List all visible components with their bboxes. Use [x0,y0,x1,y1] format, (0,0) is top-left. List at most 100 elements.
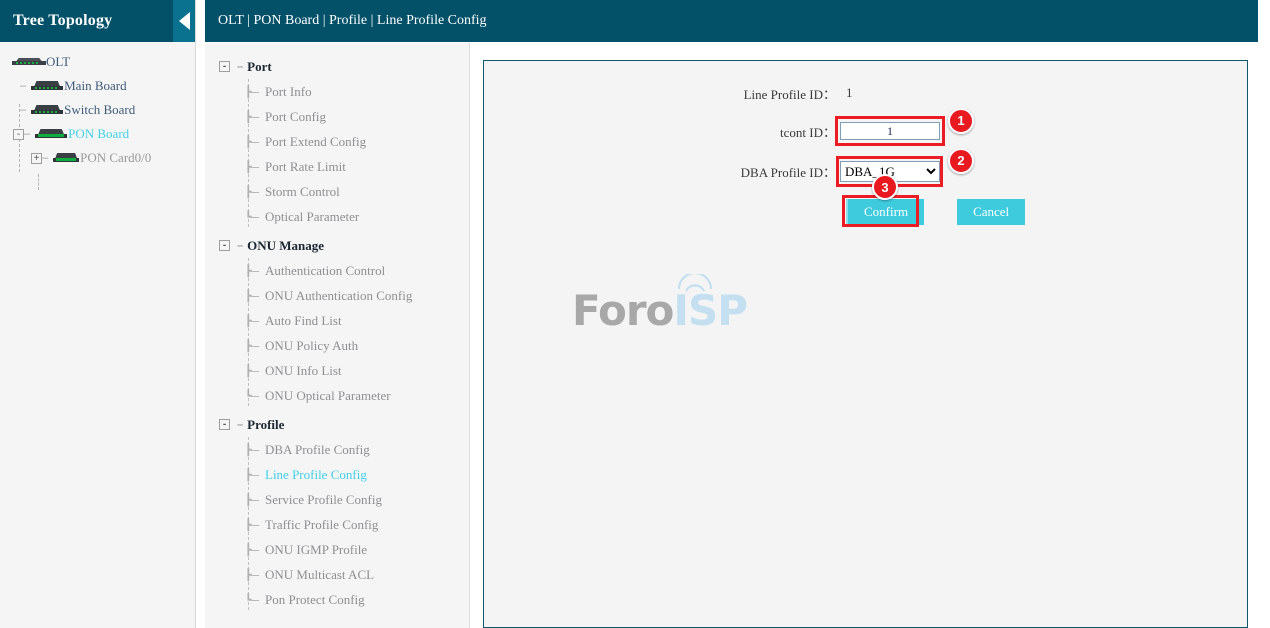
menu-item-onu-policy-auth[interactable]: ┣--- ONU Policy Auth [205,333,469,358]
menu-item-optical-parameter[interactable]: ┗--- Optical Parameter [205,204,469,229]
menu-branch-icon: ┣--- [245,185,259,198]
menu-group-title: Port [247,59,272,75]
tree-branch-icon: – [42,152,48,164]
menu-branch-icon: ┣--- [245,289,259,302]
menu-item-pon-protect-config[interactable]: ┗--- Pon Protect Config [205,587,469,612]
menu-branch-icon: ┣--- [245,264,259,277]
menu-item-label: Optical Parameter [245,209,359,225]
tree-item-label: Main Board [64,78,126,94]
tree-expand-toggle[interactable]: + [31,153,42,164]
menu-branch-icon: ┗--- [245,593,259,606]
menu-item-label: ONU IGMP Profile [245,542,367,558]
tree-item-switch-board[interactable]: – Switch Board [0,98,195,122]
menu-group-profile: - – Profile ┣--- DBA Profile Config ┣---… [205,412,469,612]
confirm-button[interactable]: Confirm [846,199,924,225]
menu-item-label: ONU Info List [245,363,342,379]
olt-device-icon [12,58,46,67]
line-profile-id-value: 1 [840,85,853,101]
menu-branch-icon: ┗--- [245,210,259,223]
watermark-text-foro: Foro [572,290,673,332]
sidebar-title: Tree Topology [0,12,112,30]
menu-item-onu-info-list[interactable]: ┣--- ONU Info List [205,358,469,383]
dba-profile-id-label: DBA Profile ID： [484,162,840,181]
menu-group-toggle[interactable]: - [219,240,230,251]
board-card-icon [35,129,67,140]
tree-item-label: OLT [46,54,70,70]
tree-item-label: PON Board [68,126,129,142]
menu-item-port-config[interactable]: ┣--- Port Config [205,104,469,129]
menu-item-label: ONU Authentication Config [245,288,412,304]
menu-group-header-onu-manage[interactable]: - – ONU Manage [205,233,469,258]
menu-item-auto-find-list[interactable]: ┣--- Auto Find List [205,308,469,333]
menu-item-onu-multicast-acl[interactable]: ┣--- ONU Multicast ACL [205,562,469,587]
board-card-icon [31,105,63,116]
menu-item-onu-optical-parameter[interactable]: ┗--- ONU Optical Parameter [205,383,469,408]
watermark-text-isp: ISP [673,286,747,335]
confirm-wrap: Confirm 3 [846,199,924,225]
tree-item-main-board[interactable]: – Main Board [0,74,195,98]
menu-group-title: Profile [247,417,284,433]
menu-group-toggle[interactable]: - [219,61,230,72]
menu-item-label: Traffic Profile Config [245,517,378,533]
field-row-tcont-id: tcont ID： 1 [484,119,1247,143]
menu-group-toggle[interactable]: - [219,419,230,430]
menu-item-label: Line Profile Config [245,467,367,483]
menu-item-label: ONU Policy Auth [245,338,358,354]
menu-item-onu-igmp-profile[interactable]: ┣--- ONU IGMP Profile [205,537,469,562]
board-card-icon [53,153,79,164]
menu-branch-icon: ┣--- [245,364,259,377]
menu-item-label: Pon Protect Config [245,592,365,608]
sidebar-collapse-button[interactable] [173,0,195,42]
menu-item-storm-control[interactable]: ┣--- Storm Control [205,179,469,204]
menu-item-port-extend-config[interactable]: ┣--- Port Extend Config [205,129,469,154]
tcont-id-input[interactable] [840,122,940,140]
app-root: Tree Topology OLT – Main Board – [0,0,1270,628]
menu-item-traffic-profile-config[interactable]: ┣--- Traffic Profile Config [205,512,469,537]
menu-branch-icon: ┣--- [245,314,259,327]
device-tree: OLT – Main Board – Switch Board - – PON … [0,42,195,170]
menu-branch-icon: ┣--- [245,85,259,98]
menu-branch-icon: – [237,419,243,431]
menu-branch-icon: ┣--- [245,110,259,123]
cancel-button[interactable]: Cancel [957,199,1025,225]
menu-item-authentication-control[interactable]: ┣--- Authentication Control [205,258,469,283]
menu-branch-icon: ┣--- [245,135,259,148]
menu-group-port: - – Port ┣--- Port Info ┣--- Port Config… [205,54,469,229]
sidebar-header: Tree Topology [0,0,195,42]
menu-branch-icon: ┣--- [245,339,259,352]
tree-item-pon-board[interactable]: - – PON Board [0,122,195,146]
menu-group-header-port[interactable]: - – Port [205,54,469,79]
tree-topology-sidebar: Tree Topology OLT – Main Board – [0,0,196,628]
page-scrollbar-gutter[interactable] [1258,0,1270,628]
menu-item-label: Auto Find List [245,313,342,329]
menu-item-dba-profile-config[interactable]: ┣--- DBA Profile Config [205,437,469,462]
menu-item-label: Authentication Control [245,263,385,279]
wifi-arcs-icon [675,274,715,294]
menu-group-header-profile[interactable]: - – Profile [205,412,469,437]
menu-item-port-rate-limit[interactable]: ┣--- Port Rate Limit [205,154,469,179]
menu-item-label: Port Extend Config [245,134,366,150]
menu-item-label: DBA Profile Config [245,442,370,458]
menu-item-label: Port Rate Limit [245,159,346,175]
menu-branch-icon: ┣--- [245,568,259,581]
board-card-icon [31,81,63,92]
menu-item-label: ONU Multicast ACL [245,567,374,583]
tree-item-pon-card-0-0[interactable]: + – PON Card0/0 [0,146,195,170]
menu-item-line-profile-config[interactable]: ┣--- Line Profile Config [205,462,469,487]
tree-branch-icon: – [20,80,26,92]
tree-collapse-toggle[interactable]: - [13,129,24,140]
menu-branch-icon: ┣--- [245,443,259,456]
menu-item-service-profile-config[interactable]: ┣--- Service Profile Config [205,487,469,512]
breadcrumb: OLT | PON Board | Profile | Line Profile… [218,13,487,29]
menu-branch-icon: ┣--- [245,493,259,506]
menu-branch-icon: – [237,61,243,73]
breadcrumb-bar: OLT | PON Board | Profile | Line Profile… [205,0,1258,42]
tree-branch-icon: – [24,128,30,140]
watermark-isp-wrap: ISP [673,290,747,332]
tree-branch-icon: – [20,104,26,116]
menu-item-port-info[interactable]: ┣--- Port Info [205,79,469,104]
menu-branch-icon: ┣--- [245,543,259,556]
menu-item-onu-authentication-config[interactable]: ┣--- ONU Authentication Config [205,283,469,308]
line-profile-config-panel: Line Profile ID： 1 tcont ID： 1 DBA Profi… [483,60,1248,628]
tree-item-olt[interactable]: OLT [0,50,195,74]
